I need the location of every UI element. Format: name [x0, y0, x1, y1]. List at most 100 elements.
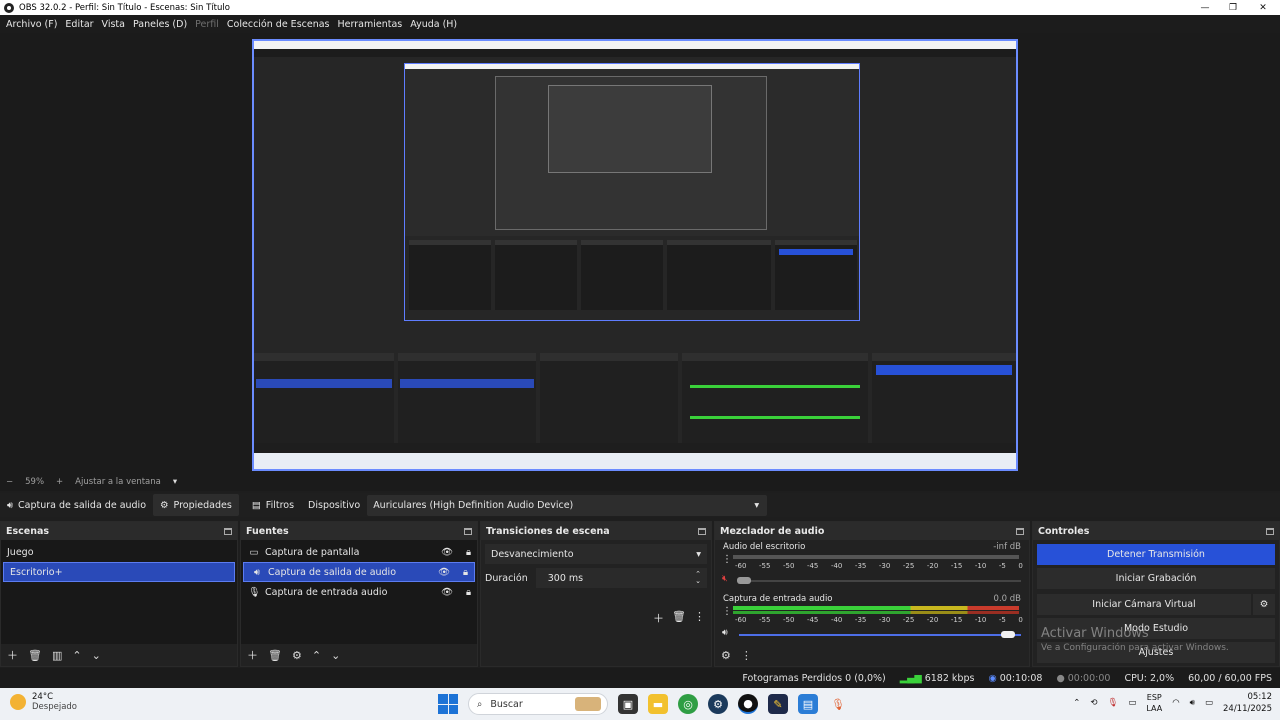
- mute-icon[interactable]: 🔇︎: [722, 574, 728, 584]
- dock-float-icon[interactable]: [1016, 527, 1024, 535]
- start-virtual-camera-button[interactable]: Iniciar Cámara Virtual: [1037, 594, 1251, 615]
- volume-knob[interactable]: [1001, 631, 1015, 638]
- nested-titlebar: [254, 41, 1016, 49]
- device-select[interactable]: Auriculares (High Definition Audio Devic…: [367, 494, 768, 516]
- scene-item[interactable]: Juego: [1, 542, 237, 562]
- chevron-up-icon[interactable]: ⌃: [1073, 698, 1080, 708]
- preview-area[interactable]: [0, 33, 1280, 473]
- zoom-out-button[interactable]: −: [6, 477, 13, 487]
- monitor-icon[interactable]: ▭: [1128, 698, 1136, 708]
- dock-float-icon[interactable]: [464, 527, 472, 535]
- fit-to-window-label[interactable]: Ajustar a la ventana: [75, 477, 161, 487]
- weather-widget[interactable]: 24°C Despejado: [10, 692, 77, 712]
- preview-canvas[interactable]: [252, 39, 1018, 471]
- eye-icon[interactable]: 👁︎: [438, 567, 450, 578]
- close-button[interactable]: ✕: [1246, 0, 1280, 15]
- speaker-icon[interactable]: 🔊︎: [722, 628, 728, 638]
- dock-float-icon[interactable]: [224, 527, 232, 535]
- duration-spinbox[interactable]: 300 ms ⌃ ⌄: [535, 568, 707, 588]
- maximize-button[interactable]: ❐: [1216, 0, 1250, 15]
- volume-slider[interactable]: [739, 634, 1021, 636]
- start-recording-button[interactable]: Iniciar Grabación: [1037, 568, 1275, 589]
- scenes-dock: Escenas Juego Escritorio+ ＋ 🗑︎ ▥ ⌃ ⌄: [0, 521, 238, 667]
- editor-icon[interactable]: ✎: [768, 694, 788, 714]
- add-icon[interactable]: ＋: [7, 647, 18, 663]
- dropped-frames: Fotogramas Perdidos 0 (0,0%): [742, 672, 886, 684]
- taskbar-search[interactable]: ⌕ Buscar: [468, 693, 608, 715]
- source-item[interactable]: 🎙︎ Captura de entrada audio 👁︎ 🔒︎: [241, 582, 477, 602]
- stop-streaming-button[interactable]: Detener Transmisión: [1037, 544, 1275, 565]
- more-icon[interactable]: ⋮: [694, 610, 705, 626]
- move-up-icon[interactable]: ⌃: [72, 649, 81, 662]
- bitrate: ▂▄▆ 6182 kbps: [900, 673, 975, 684]
- transition-select[interactable]: Desvanecimiento ▾: [485, 544, 707, 564]
- move-down-icon[interactable]: ⌄: [331, 649, 340, 662]
- scene-item-selected[interactable]: Escritorio+: [3, 562, 235, 582]
- add-icon[interactable]: ＋: [247, 647, 258, 663]
- task-view-icon[interactable]: ▣: [618, 694, 638, 714]
- transitions-title: Transiciones de escena: [486, 525, 610, 537]
- network-sync-icon[interactable]: ⟲: [1090, 698, 1097, 708]
- meter-ticks: -60 -55 -50 -45 -40 -35 -30 -25 -20 -15 -10 -5 0: [735, 562, 1023, 570]
- menu-archivo[interactable]: Archivo (F): [2, 19, 61, 30]
- nested-statusbar: [254, 443, 1016, 453]
- dock-float-icon[interactable]: [1266, 527, 1274, 535]
- trash-icon[interactable]: 🗑︎: [268, 649, 282, 662]
- obs-logo-icon: [4, 2, 14, 13]
- menu-coleccion-escenas[interactable]: Colección de Escenas: [223, 19, 334, 30]
- mixer-settings-icon[interactable]: ⚙: [721, 649, 731, 662]
- microphone-app-icon[interactable]: 🎙︎: [828, 694, 848, 714]
- trash-icon[interactable]: 🗑︎: [672, 610, 686, 626]
- channel-menu-icon[interactable]: ⋮: [722, 554, 732, 565]
- trash-icon[interactable]: 🗑︎: [28, 649, 42, 662]
- photos-icon[interactable]: ▤: [798, 694, 818, 714]
- channel-menu-icon[interactable]: ⋮: [722, 606, 732, 617]
- volume-slider[interactable]: [739, 580, 1021, 582]
- record-icon: ●: [1056, 672, 1065, 684]
- selected-source: 🔊︎ Captura de salida de audio: [0, 494, 153, 516]
- lock-icon[interactable]: 🔒︎: [466, 547, 471, 558]
- channel-name: Captura de entrada audio: [723, 594, 833, 604]
- language-indicator[interactable]: ESP LAA: [1146, 692, 1162, 714]
- gear-icon[interactable]: ⚙: [292, 649, 302, 662]
- add-transition-icon[interactable]: ＋: [653, 610, 664, 626]
- lock-icon[interactable]: 🔒︎: [463, 567, 468, 578]
- microphone-icon[interactable]: 🎙︎: [1108, 698, 1119, 708]
- volume-knob[interactable]: [737, 577, 751, 584]
- obs-icon[interactable]: ●: [738, 694, 758, 714]
- file-explorer-icon[interactable]: ▬: [648, 694, 668, 714]
- lock-icon[interactable]: 🔒︎: [466, 587, 471, 598]
- filter-icon[interactable]: ▥: [52, 649, 62, 662]
- channel-db: -inf dB: [993, 542, 1021, 552]
- battery-icon[interactable]: ▭: [1205, 698, 1213, 708]
- zoom-dropdown-icon[interactable]: ▾: [173, 477, 177, 487]
- source-item-selected[interactable]: 🔊︎ Captura de salida de audio 👁︎ 🔒︎: [243, 562, 475, 582]
- start-button[interactable]: [438, 694, 458, 714]
- eye-icon[interactable]: 👁︎: [441, 547, 453, 558]
- menu-editar[interactable]: Editar: [61, 19, 97, 30]
- menu-ayuda[interactable]: Ayuda (H): [406, 19, 461, 30]
- clock[interactable]: 05:12 24/11/2025: [1223, 691, 1272, 715]
- channel-db: 0.0 dB: [993, 594, 1021, 604]
- move-up-icon[interactable]: ⌃: [312, 649, 321, 662]
- status-bar: Fotogramas Perdidos 0 (0,0%) ▂▄▆ 6182 kb…: [0, 668, 1280, 688]
- menu-herramientas[interactable]: Herramientas: [334, 19, 407, 30]
- eye-icon[interactable]: 👁︎: [441, 587, 453, 598]
- dock-float-icon[interactable]: [698, 527, 706, 535]
- more-icon[interactable]: ⋮: [741, 649, 752, 662]
- volume-icon[interactable]: 🔊︎: [1190, 698, 1195, 708]
- source-item[interactable]: ▭ Captura de pantalla 👁︎ 🔒︎: [241, 542, 477, 562]
- chrome-icon[interactable]: ◎: [678, 694, 698, 714]
- source-label: Captura de pantalla: [265, 546, 360, 558]
- menu-vista[interactable]: Vista: [98, 19, 129, 30]
- zoom-in-button[interactable]: +: [56, 477, 63, 487]
- move-down-icon[interactable]: ⌄: [92, 649, 101, 662]
- menu-bar: Archivo (F) Editar Vista Paneles (D) Per…: [0, 15, 1280, 33]
- spin-arrows-icon[interactable]: ⌃ ⌄: [695, 571, 701, 585]
- filters-button[interactable]: ▤ Filtros: [245, 494, 301, 516]
- virtual-camera-settings-button[interactable]: ⚙: [1253, 594, 1275, 615]
- wifi-icon[interactable]: ◠: [1172, 698, 1179, 708]
- menu-paneles[interactable]: Paneles (D): [129, 19, 191, 30]
- steam-icon[interactable]: ⚙: [708, 694, 728, 714]
- properties-button[interactable]: ⚙ Propiedades: [153, 494, 239, 516]
